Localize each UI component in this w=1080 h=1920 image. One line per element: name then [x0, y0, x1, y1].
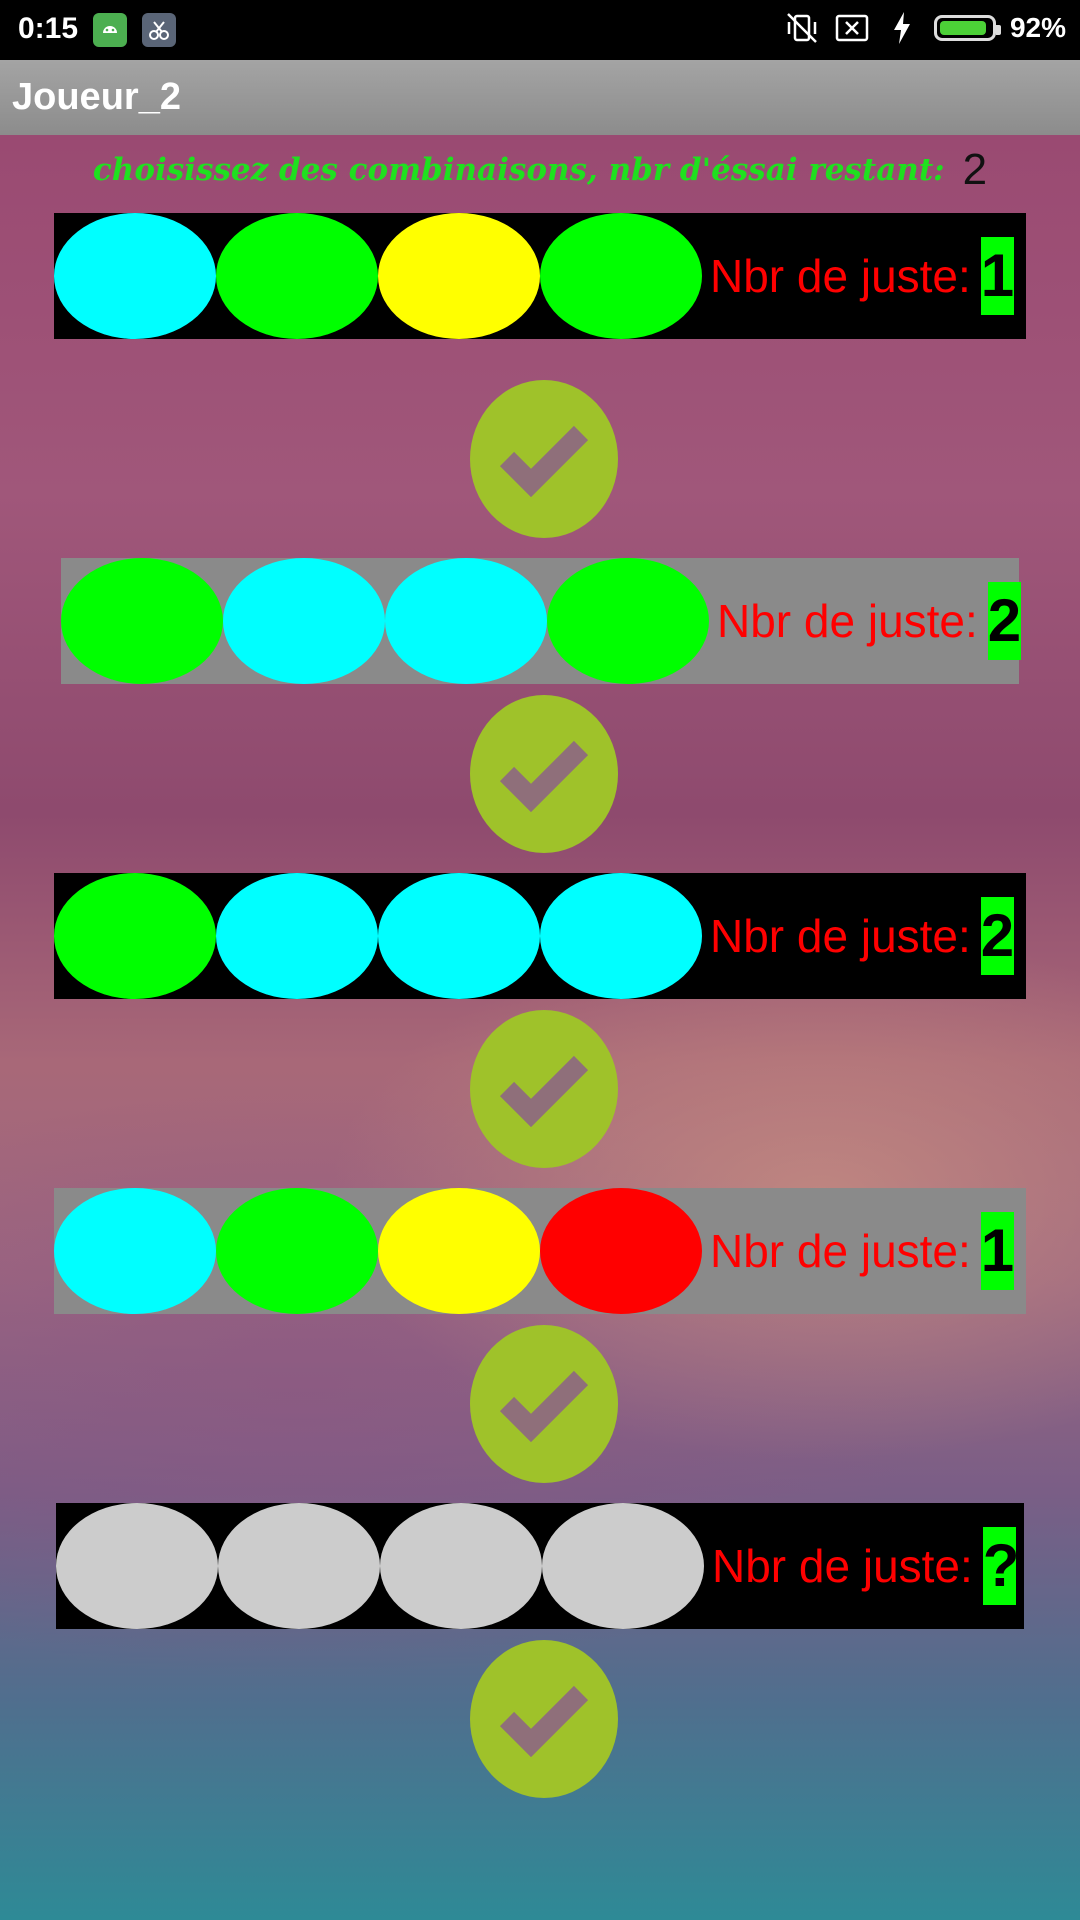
- peg[interactable]: [216, 873, 378, 999]
- scissors-app-icon: [142, 13, 176, 47]
- app-bar: Joueur_2: [0, 60, 1080, 135]
- peg[interactable]: [54, 1188, 216, 1314]
- correct-count: 1: [980, 1212, 1014, 1290]
- battery-level: [939, 21, 986, 35]
- validate-button[interactable]: [470, 380, 618, 538]
- no-sim-icon: [834, 10, 870, 46]
- android-app-icon: [93, 13, 127, 47]
- correct-count-label: Nbr de juste:: [712, 1540, 973, 1592]
- checkmark-icon: [499, 1055, 589, 1127]
- vibrate-off-icon: [784, 10, 820, 46]
- attempts-header: choisissez des combinaisons, nbr d'éssai…: [0, 135, 1080, 205]
- checkmark-icon: [499, 740, 589, 812]
- attempt-row: Nbr de juste: 1: [54, 1188, 1026, 1314]
- game-board: choisissez des combinaisons, nbr d'éssai…: [0, 135, 1080, 1920]
- peg[interactable]: [54, 873, 216, 999]
- checkmark-icon: [499, 425, 589, 497]
- correct-count-label: Nbr de juste:: [710, 910, 971, 962]
- status-bar: 0:15 92%: [0, 0, 1080, 60]
- correct-count-label: Nbr de juste:: [710, 1225, 971, 1277]
- peg[interactable]: [540, 213, 702, 339]
- correct-count: 1: [980, 237, 1014, 315]
- peg[interactable]: [54, 213, 216, 339]
- peg[interactable]: [218, 1503, 380, 1629]
- peg[interactable]: [547, 558, 709, 684]
- charging-bolt-icon: [884, 10, 920, 46]
- app-title: Joueur_2: [12, 76, 181, 118]
- checkmark-icon: [499, 1685, 589, 1757]
- peg[interactable]: [216, 1188, 378, 1314]
- correct-count-label: Nbr de juste:: [717, 595, 978, 647]
- attempt-row: Nbr de juste: 2: [54, 873, 1026, 999]
- correct-count: 2: [987, 582, 1021, 660]
- instruction-text: choisissez des combinaisons, nbr d'éssai…: [92, 152, 945, 188]
- status-time: 0:15: [18, 12, 79, 45]
- peg[interactable]: [378, 873, 540, 999]
- battery-percent: 92%: [1009, 12, 1066, 43]
- validate-button[interactable]: [470, 695, 618, 853]
- remaining-attempts: 2: [962, 145, 988, 194]
- validate-button[interactable]: [470, 1640, 618, 1798]
- peg[interactable]: [542, 1503, 704, 1629]
- attempt-row: Nbr de juste: 1: [54, 213, 1026, 339]
- attempt-row-current: Nbr de juste: ?: [56, 1503, 1024, 1629]
- peg[interactable]: [378, 1188, 540, 1314]
- peg[interactable]: [223, 558, 385, 684]
- validate-button[interactable]: [470, 1010, 618, 1168]
- correct-count: ?: [982, 1527, 1019, 1605]
- peg[interactable]: [540, 873, 702, 999]
- peg[interactable]: [216, 213, 378, 339]
- correct-count: 2: [980, 897, 1014, 975]
- peg[interactable]: [380, 1503, 542, 1629]
- checkmark-icon: [499, 1370, 589, 1442]
- peg[interactable]: [56, 1503, 218, 1629]
- peg[interactable]: [378, 213, 540, 339]
- peg[interactable]: [385, 558, 547, 684]
- correct-count-label: Nbr de juste:: [710, 250, 971, 302]
- attempt-row: Nbr de juste: 2: [61, 558, 1021, 684]
- peg[interactable]: [61, 558, 223, 684]
- battery-icon: [933, 15, 1001, 41]
- peg[interactable]: [540, 1188, 702, 1314]
- validate-button[interactable]: [470, 1325, 618, 1483]
